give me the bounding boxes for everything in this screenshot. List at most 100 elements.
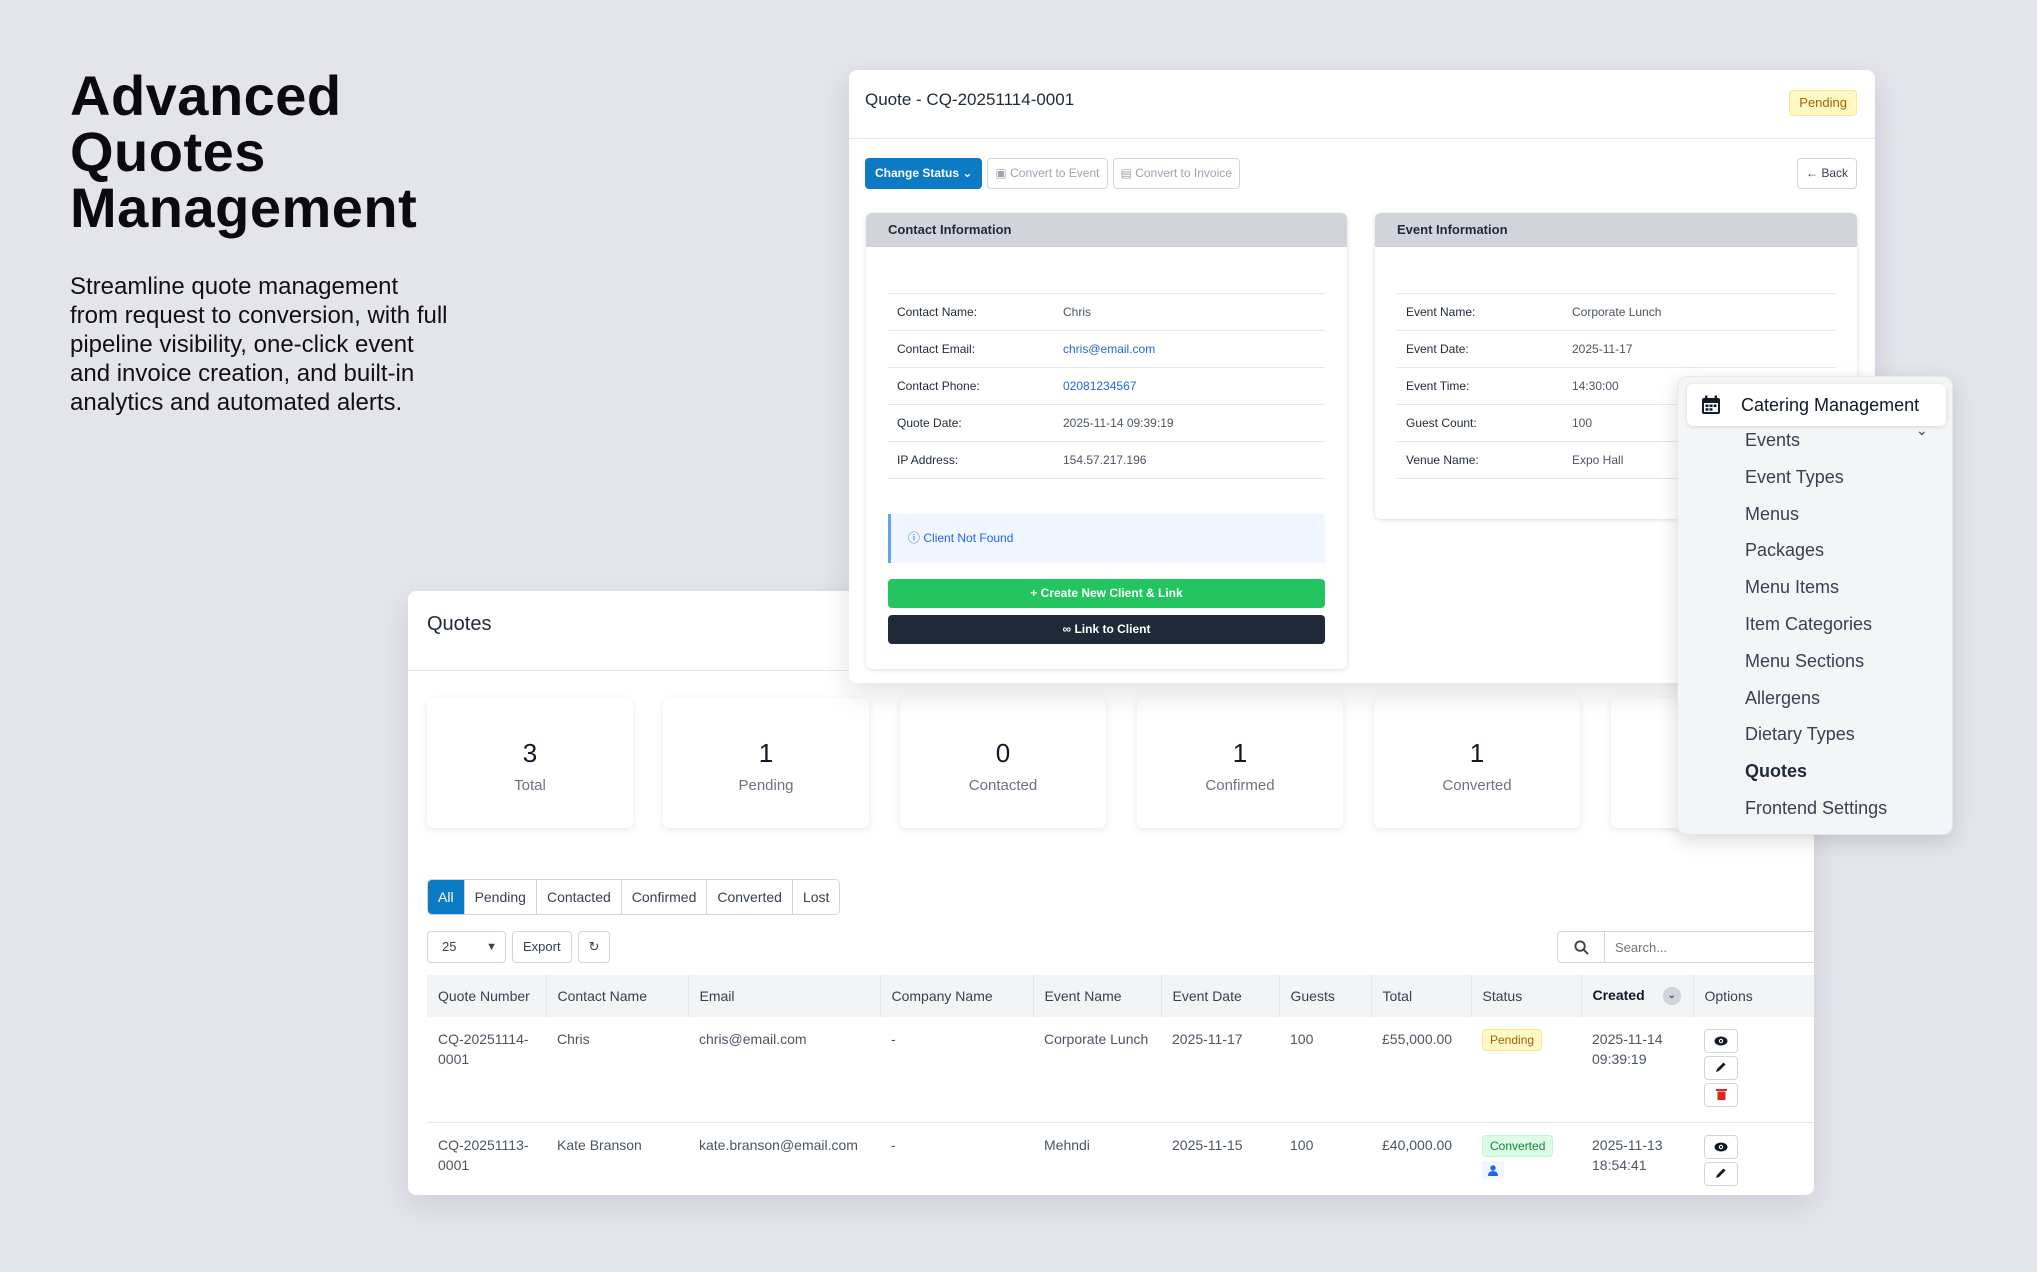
menu-item-dietary-types[interactable]: Dietary Types xyxy=(1745,716,1887,753)
convert-to-event-button[interactable]: ▣ Convert to Event xyxy=(987,158,1108,189)
info-value: 2025-11-14 09:39:19 xyxy=(1063,416,1174,430)
cell-event: Mehndi xyxy=(1033,1122,1161,1195)
menu-item-menu-items[interactable]: Menu Items xyxy=(1745,569,1887,606)
cell-created: 2025-11-14 09:39:19 xyxy=(1581,1017,1693,1123)
cell-total: £55,000.00 xyxy=(1371,1017,1471,1123)
change-status-button[interactable]: Change Status ⌄ xyxy=(865,158,983,189)
phone-link[interactable]: 02081234567 xyxy=(1063,379,1136,393)
stat-card-confirmed: 1 Confirmed xyxy=(1137,698,1343,828)
search-group xyxy=(1557,931,1814,963)
info-key: Quote Date: xyxy=(897,416,962,430)
col-company-name[interactable]: Company Name xyxy=(880,975,1034,1017)
convert-to-invoice-button[interactable]: ▤ Convert to Invoice xyxy=(1112,158,1240,189)
menu-item-item-categories[interactable]: Item Categories xyxy=(1745,606,1887,643)
refresh-button[interactable]: ↻ xyxy=(577,931,611,963)
menu-item-frontend-settings[interactable]: Frontend Settings xyxy=(1745,790,1887,827)
stat-value: 0 xyxy=(995,738,1011,768)
col-created-label: Created xyxy=(1592,986,1645,1003)
trash-icon xyxy=(1715,1089,1727,1100)
view-button[interactable] xyxy=(1704,1135,1738,1159)
table-toolbar: 25 ▼ Export ↻ xyxy=(427,931,611,963)
table-row[interactable]: CQ-20251114-0001 Chris chris@email.com -… xyxy=(427,1017,1814,1123)
sort-desc-icon[interactable]: ⌄ xyxy=(1662,987,1681,1006)
alert-text: Client Not Found xyxy=(923,531,1014,545)
col-guests[interactable]: Guests xyxy=(1279,975,1372,1017)
linked-client-button[interactable] xyxy=(1482,1161,1504,1179)
link-icon: ∞ xyxy=(1062,622,1072,636)
email-link[interactable]: chris@email.com xyxy=(1063,342,1155,356)
cell-contact: Chris xyxy=(546,1017,688,1123)
cell-company: - xyxy=(880,1017,1033,1123)
back-button[interactable]: ← Back xyxy=(1796,158,1857,189)
cell-guests: 100 xyxy=(1279,1017,1371,1123)
info-row: Contact Phone: 02081234567 xyxy=(888,368,1325,405)
table-row[interactable]: CQ-20251113-0001 Kate Branson kate.brans… xyxy=(427,1122,1814,1195)
menu-item-quotes[interactable]: Quotes xyxy=(1745,753,1887,790)
edit-button[interactable] xyxy=(1704,1056,1738,1080)
info-value: 154.57.217.196 xyxy=(1063,453,1147,467)
client-not-found-alert: ⓘ Client Not Found xyxy=(888,514,1325,563)
link-client-label: Link to Client xyxy=(1074,622,1151,636)
info-value: 100 xyxy=(1572,416,1593,430)
filter-tab-contacted[interactable]: Contacted xyxy=(536,880,622,914)
info-key: Contact Email: xyxy=(897,342,976,356)
back-label: Back xyxy=(1821,166,1848,180)
delete-button[interactable] xyxy=(1704,1083,1738,1107)
stat-card-pending: 1 Pending xyxy=(663,698,869,828)
plus-icon: + xyxy=(1030,586,1038,600)
col-event-date[interactable]: Event Date xyxy=(1161,975,1280,1017)
filter-tab-pending[interactable]: Pending xyxy=(464,880,537,914)
chevron-down-icon[interactable]: ⌄ xyxy=(1916,422,1928,439)
filter-tab-confirmed[interactable]: Confirmed xyxy=(621,880,708,914)
search-button[interactable] xyxy=(1557,931,1605,963)
info-key: IP Address: xyxy=(897,453,959,467)
col-created[interactable]: Created ⌄ xyxy=(1581,975,1694,1017)
menu-item-menus[interactable]: Menus xyxy=(1745,496,1887,533)
search-input[interactable] xyxy=(1605,931,1814,963)
menu-item-events[interactable]: Events xyxy=(1745,422,1887,459)
export-button[interactable]: Export xyxy=(512,931,572,963)
page-size-select[interactable]: 25 ▼ xyxy=(427,931,506,963)
cell-event: Corporate Lunch xyxy=(1033,1017,1161,1123)
col-status[interactable]: Status xyxy=(1471,975,1582,1017)
status-badge: Converted xyxy=(1482,1135,1554,1157)
contact-info-table: Contact Name: Chris Contact Email: chris@e… xyxy=(888,293,1325,479)
filter-tab-all[interactable]: All xyxy=(428,880,465,914)
col-email[interactable]: Email xyxy=(688,975,881,1017)
col-event-name[interactable]: Event Name xyxy=(1033,975,1162,1017)
menu-item-menu-sections[interactable]: Menu Sections xyxy=(1745,643,1887,680)
filter-tab-converted[interactable]: Converted xyxy=(707,880,793,914)
col-contact-name[interactable]: Contact Name xyxy=(546,975,689,1017)
stat-label: Pending xyxy=(738,777,794,794)
contact-info-box: Contact Information Contact Name: Chris C… xyxy=(866,213,1347,669)
cell-date: 2025-11-17 xyxy=(1161,1017,1279,1123)
link-client-button[interactable]: ∞ Link to Client xyxy=(888,615,1325,644)
info-key: Event Time: xyxy=(1406,379,1470,393)
cell-email: chris@email.com xyxy=(688,1017,880,1123)
cell-options xyxy=(1693,1122,1814,1195)
page-size-value: 25 xyxy=(442,939,457,954)
change-status-label: Change Status xyxy=(875,166,960,180)
catering-menu: Catering Management ⌄ Events Event Types… xyxy=(1677,376,1953,835)
cell-contact: Kate Branson xyxy=(546,1122,688,1195)
catering-menu-header[interactable]: Catering Management xyxy=(1687,384,1946,426)
status-badge: Pending xyxy=(1789,90,1857,116)
filter-tab-lost[interactable]: Lost xyxy=(792,880,840,914)
stat-label: Confirmed xyxy=(1205,777,1275,794)
convert-to-event-label: Convert to Event xyxy=(1010,166,1100,180)
col-total[interactable]: Total xyxy=(1371,975,1472,1017)
detail-header: Quote - CQ-20251114-0001 Pending xyxy=(849,70,1875,139)
menu-item-allergens[interactable]: Allergens xyxy=(1745,680,1887,717)
status-filter-tabs: All Pending Contacted Confirmed Converte… xyxy=(427,879,841,915)
info-key: Guest Count: xyxy=(1406,416,1477,430)
event-info-header: Event Information xyxy=(1375,213,1857,247)
cell-email: kate.branson@email.com xyxy=(688,1122,880,1195)
edit-button[interactable] xyxy=(1704,1162,1738,1186)
menu-item-packages[interactable]: Packages xyxy=(1745,532,1887,569)
col-quote-number[interactable]: Quote Number xyxy=(427,975,547,1017)
create-client-button[interactable]: + Create New Client & Link xyxy=(888,579,1325,608)
view-button[interactable] xyxy=(1704,1029,1738,1053)
stat-value: 1 xyxy=(1469,738,1485,768)
menu-item-event-types[interactable]: Event Types xyxy=(1745,459,1887,496)
col-options: Options xyxy=(1693,975,1814,1017)
